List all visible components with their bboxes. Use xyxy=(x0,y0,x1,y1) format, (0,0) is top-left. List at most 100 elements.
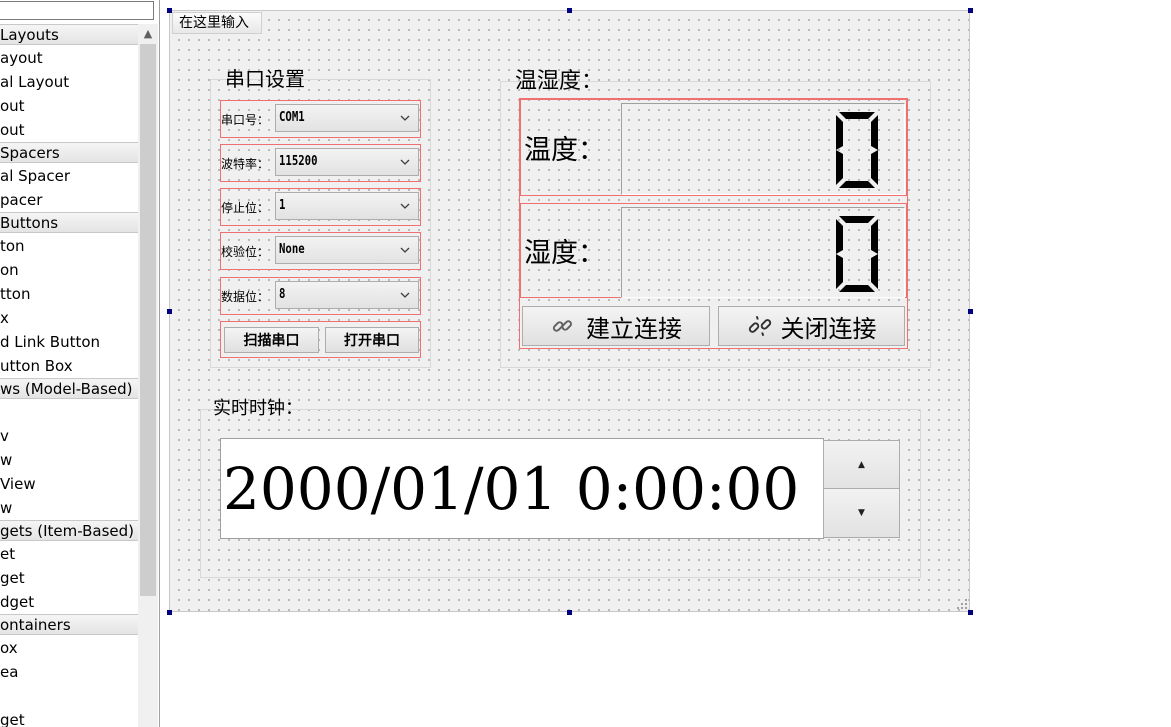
widget-list-item[interactable]: ox xyxy=(0,636,138,660)
temperature-digit-zero xyxy=(836,112,878,188)
widget-item-label: utton Box xyxy=(0,357,73,375)
databits-row: 数据位： 8 xyxy=(220,277,421,315)
humidity-lcd: 0 xyxy=(621,207,905,298)
databits-value: 8 xyxy=(279,287,286,302)
resize-grip-icon[interactable] xyxy=(956,598,968,610)
humidity-row: 湿度： 0 xyxy=(520,203,907,298)
widget-category-label: Buttons xyxy=(0,214,59,232)
widget-category-label: Layouts xyxy=(0,26,59,44)
widget-list-item[interactable] xyxy=(0,684,138,708)
widget-category-label: ws (Model-Based) xyxy=(0,380,133,398)
link-icon xyxy=(552,320,573,332)
widget-list-item[interactable]: get xyxy=(0,566,138,590)
parity-combobox[interactable]: None xyxy=(275,236,419,264)
disconnect-button[interactable]: 关闭连接 xyxy=(718,306,905,346)
selection-handle-top[interactable] xyxy=(567,8,572,13)
selection-handle-top-right[interactable] xyxy=(968,8,973,13)
widget-item-label: al Layout xyxy=(0,73,70,91)
widget-item-label: et xyxy=(0,545,16,563)
datetime-edit[interactable]: 2000/01/01 0:00:00 xyxy=(220,438,824,539)
widget-list-item[interactable]: w xyxy=(0,496,138,520)
widget-category-header[interactable]: Layouts xyxy=(0,24,138,45)
widget-item-label: ea xyxy=(0,663,19,681)
temperature-lcd: 0 xyxy=(621,103,905,195)
widget-list-scrollbar[interactable]: ▲ xyxy=(138,24,158,727)
widget-item-label: w xyxy=(0,451,13,469)
widget-item-label: v xyxy=(0,427,9,445)
widget-item-label: x xyxy=(0,309,9,327)
widget-list-item[interactable]: on xyxy=(0,258,138,282)
open-port-button[interactable]: 打开串口 xyxy=(325,327,419,353)
widget-list-item[interactable]: dget xyxy=(0,590,138,614)
widget-item-label: out xyxy=(0,121,25,139)
stopbits-row: 停止位： 1 xyxy=(220,188,421,226)
port-value: COM1 xyxy=(279,110,305,125)
widget-item-label: View xyxy=(0,475,36,493)
widget-list-item[interactable]: v xyxy=(0,424,138,448)
port-row: 串口号： COM1 xyxy=(220,100,421,138)
baud-value: 115200 xyxy=(279,154,318,169)
selection-handle-bottom[interactable] xyxy=(567,610,572,615)
selection-handle-left[interactable] xyxy=(167,309,172,314)
widget-list-item[interactable]: out xyxy=(0,94,138,118)
widget-category-header[interactable]: Spacers xyxy=(0,142,138,163)
selection-handle-bottom-left[interactable] xyxy=(167,610,172,615)
connect-button[interactable]: 建立连接 xyxy=(522,306,710,346)
datetime-spin-up-button[interactable]: ▲ xyxy=(823,440,900,490)
stopbits-label: 停止位： xyxy=(221,200,270,215)
scroll-thumb[interactable] xyxy=(140,44,156,596)
widget-list-item[interactable]: ton xyxy=(0,234,138,258)
menu-bar-placeholder[interactable]: 在这里输入 xyxy=(172,12,262,34)
widget-item-label: ox xyxy=(0,639,18,657)
parity-row: 校验位： None xyxy=(220,232,421,270)
datetime-spin-down-button[interactable]: ▼ xyxy=(823,488,900,538)
widget-item-label: d Link Button xyxy=(0,333,101,351)
widget-list-item[interactable]: pacer xyxy=(0,188,138,212)
scan-ports-label: 扫描串口 xyxy=(243,333,300,349)
port-label: 串口号： xyxy=(221,112,270,127)
widget-category-header[interactable]: ontainers xyxy=(0,614,138,635)
selection-handle-bottom-right[interactable] xyxy=(968,610,973,615)
chevron-down-icon xyxy=(400,292,410,298)
scan-ports-button[interactable]: 扫描串口 xyxy=(224,327,319,353)
widget-category-header[interactable]: ws (Model-Based) xyxy=(0,378,138,399)
widget-list-item[interactable]: al Layout xyxy=(0,70,138,94)
widget-item-label: al Spacer xyxy=(0,167,71,185)
widget-list-item[interactable]: al Spacer xyxy=(0,164,138,188)
widget-list-item[interactable]: utton Box xyxy=(0,354,138,378)
widget-list-item[interactable]: View xyxy=(0,472,138,496)
widget-list-item[interactable]: ayout xyxy=(0,46,138,70)
scroll-up-arrow-icon[interactable]: ▲ xyxy=(138,24,158,44)
selection-handle-right[interactable] xyxy=(968,309,973,314)
widget-category-header[interactable]: Buttons xyxy=(0,212,138,233)
parity-label: 校验位： xyxy=(221,244,270,259)
widget-item-label: dget xyxy=(0,593,35,611)
widget-list-item[interactable]: out xyxy=(0,118,138,142)
widget-category-header[interactable]: gets (Item-Based) xyxy=(0,520,138,541)
widget-list-item[interactable]: w xyxy=(0,448,138,472)
humidity-label: 湿度： xyxy=(524,238,605,269)
widget-list-item[interactable]: ea xyxy=(0,660,138,684)
widget-item-label: w xyxy=(0,499,13,517)
widget-category-label: ontainers xyxy=(0,616,71,634)
databits-label: 数据位： xyxy=(221,289,270,304)
stopbits-combobox[interactable]: 1 xyxy=(275,192,419,220)
widget-list-item[interactable]: x xyxy=(0,306,138,330)
chevron-down-icon xyxy=(400,115,410,121)
chevron-down-icon xyxy=(400,247,410,253)
widget-list-item[interactable]: get xyxy=(0,708,138,727)
widget-list-item[interactable] xyxy=(0,400,138,424)
temperature-label: 温度： xyxy=(524,135,605,166)
port-combobox[interactable]: COM1 xyxy=(275,104,419,132)
databits-combobox[interactable]: 8 xyxy=(275,281,419,309)
widget-list-item[interactable]: et xyxy=(0,542,138,566)
parity-value: None xyxy=(279,242,305,257)
serial-settings-title: 串口设置 xyxy=(225,67,305,91)
disconnect-label: 关闭连接 xyxy=(780,314,877,343)
baud-combobox[interactable]: 115200 xyxy=(275,148,419,176)
datetime-value: 2000/01/01 0:00:00 xyxy=(223,455,800,523)
widget-filter-input[interactable] xyxy=(0,1,154,20)
widget-list-item[interactable]: d Link Button xyxy=(0,330,138,354)
serial-buttons-row: 扫描串口 打开串口 xyxy=(220,321,421,358)
widget-list-item[interactable]: tton xyxy=(0,282,138,306)
